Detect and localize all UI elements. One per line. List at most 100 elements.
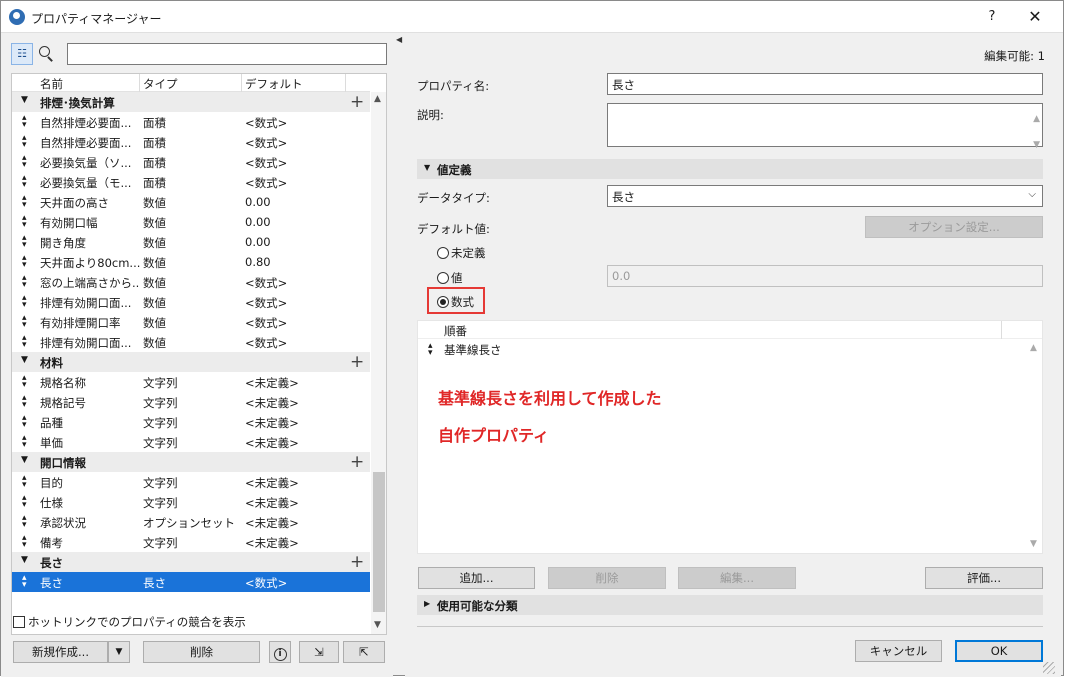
property-row[interactable]: ▴ ▾ 窓の上端高さから... 数値 <数式>: [12, 272, 370, 292]
property-row[interactable]: ▴ ▾ 備考 文字列 <未定義>: [12, 532, 370, 552]
drag-handle-icon[interactable]: ▴ ▾: [22, 434, 27, 450]
radio-icon[interactable]: [437, 247, 449, 259]
group-header[interactable]: ▼ 排煙･換気計算 +: [12, 92, 370, 112]
scroll-down-icon[interactable]: ▼: [1030, 539, 1037, 549]
drag-handle-icon[interactable]: ▴ ▾: [22, 374, 27, 390]
property-name-input[interactable]: 長さ: [607, 73, 1043, 95]
formula-row[interactable]: ▴ ▾ 基準線長さ: [418, 340, 1026, 358]
drag-handle-icon[interactable]: ▴ ▾: [22, 294, 27, 310]
tree-scrollbar[interactable]: ▲ ▼: [371, 92, 386, 634]
ok-button[interactable]: OK: [955, 640, 1043, 662]
delete-button[interactable]: 削除: [548, 567, 666, 589]
search-input[interactable]: [67, 43, 387, 65]
property-row[interactable]: ▴ ▾ 規格名称 文字列 <未定義>: [12, 372, 370, 392]
radio-icon[interactable]: [437, 272, 449, 284]
group-header[interactable]: ▼ 開口情報 +: [12, 452, 370, 472]
column-header-default[interactable]: デフォルト: [245, 76, 303, 92]
drag-handle-icon[interactable]: ▴ ▾: [22, 154, 27, 170]
drag-handle-icon[interactable]: ▴ ▾: [22, 574, 27, 590]
hotlink-conflict-checkbox[interactable]: ホットリンクでのプロパティの競合を表示: [13, 614, 246, 630]
search-icon[interactable]: [37, 45, 55, 63]
drag-handle-icon[interactable]: ▴ ▾: [22, 394, 27, 410]
drag-handle-icon[interactable]: ▴ ▾: [22, 334, 27, 350]
property-row[interactable]: ▴ ▾ 開き角度 数値 0.00: [12, 232, 370, 252]
collapse-arrow-icon[interactable]: ▼: [21, 555, 28, 565]
property-row[interactable]: ▴ ▾ 長さ 長さ <数式>: [12, 572, 370, 592]
property-row[interactable]: ▴ ▾ 承認状況 オプションセット <未定義>: [12, 512, 370, 532]
column-header-name[interactable]: 名前: [40, 76, 63, 92]
drag-handle-icon[interactable]: ▴ ▾: [428, 342, 433, 358]
evaluate-button[interactable]: 評価...: [925, 567, 1043, 589]
radio-value[interactable]: 値: [437, 270, 463, 286]
property-row[interactable]: ▴ ▾ 規格記号 文字列 <未定義>: [12, 392, 370, 412]
new-dropdown-arrow-icon[interactable]: ▼: [108, 641, 130, 663]
add-property-icon[interactable]: +: [350, 92, 364, 112]
column-header-type[interactable]: タイプ: [143, 76, 178, 92]
add-property-icon[interactable]: +: [350, 452, 364, 472]
property-row[interactable]: ▴ ▾ 必要換気量（モ... 面積 <数式>: [12, 172, 370, 192]
option-settings-button[interactable]: オプション設定...: [865, 216, 1043, 238]
collapse-arrow-icon[interactable]: ▼: [21, 455, 28, 465]
property-row[interactable]: ▴ ▾ 排煙有効開口面... 数値 <数式>: [12, 332, 370, 352]
resize-grip-icon[interactable]: [1043, 662, 1055, 674]
property-row[interactable]: ▴ ▾ 必要換気量（ソ... 面積 <数式>: [12, 152, 370, 172]
drag-handle-icon[interactable]: ▴ ▾: [22, 514, 27, 530]
value-input[interactable]: 0.0: [607, 265, 1043, 287]
collapse-arrow-icon[interactable]: ▼: [21, 355, 28, 365]
scroll-up-icon[interactable]: ▲: [374, 94, 381, 104]
property-row[interactable]: ▴ ▾ 有効開口幅 数値 0.00: [12, 212, 370, 232]
drag-handle-icon[interactable]: ▴ ▾: [22, 314, 27, 330]
scroll-up-icon[interactable]: ▲: [1030, 343, 1037, 353]
drag-handle-icon[interactable]: ▴ ▾: [22, 494, 27, 510]
property-row[interactable]: ▴ ▾ 品種 文字列 <未定義>: [12, 412, 370, 432]
property-name: 単価: [40, 436, 63, 450]
property-row[interactable]: ▴ ▾ 自然排煙必要面... 面積 <数式>: [12, 112, 370, 132]
drag-handle-icon[interactable]: ▴ ▾: [22, 194, 27, 210]
collapse-panel-icon[interactable]: ◀: [396, 35, 402, 44]
property-row[interactable]: ▴ ▾ 有効排煙開口率 数値 <数式>: [12, 312, 370, 332]
drag-handle-icon[interactable]: ▴ ▾: [22, 174, 27, 190]
delete-property-button[interactable]: 削除: [143, 641, 260, 663]
value-definition-section[interactable]: ▼ 値定義: [417, 159, 1043, 179]
import-button[interactable]: ⇲: [299, 641, 339, 663]
close-button[interactable]: ✕: [1022, 7, 1048, 27]
property-row[interactable]: ▴ ▾ 天井面より80cm... 数値 0.80: [12, 252, 370, 272]
add-property-icon[interactable]: +: [350, 552, 364, 572]
drag-handle-icon[interactable]: ▴ ▾: [22, 534, 27, 550]
add-property-icon[interactable]: +: [350, 352, 364, 372]
drag-handle-icon[interactable]: ▴ ▾: [22, 134, 27, 150]
property-row[interactable]: ▴ ▾ 自然排煙必要面... 面積 <数式>: [12, 132, 370, 152]
property-default: <未定義>: [245, 396, 299, 410]
drag-handle-icon[interactable]: ▴ ▾: [22, 214, 27, 230]
new-property-button[interactable]: 新規作成...: [13, 641, 108, 663]
edit-button[interactable]: 編集...: [678, 567, 796, 589]
collapse-arrow-icon[interactable]: ▼: [21, 95, 28, 105]
drag-handle-icon[interactable]: ▴ ▾: [22, 414, 27, 430]
export-button[interactable]: ⇱: [343, 641, 385, 663]
property-row[interactable]: ▴ ▾ 天井面の高さ 数値 0.00: [12, 192, 370, 212]
help-button[interactable]: ?: [979, 7, 1005, 27]
group-header[interactable]: ▼ 長さ +: [12, 552, 370, 572]
property-row[interactable]: ▴ ▾ 目的 文字列 <未定義>: [12, 472, 370, 492]
add-button[interactable]: 追加...: [418, 567, 535, 589]
scroll-thumb[interactable]: [373, 472, 385, 612]
property-row[interactable]: ▴ ▾ 仕様 文字列 <未定義>: [12, 492, 370, 512]
drag-handle-icon[interactable]: ▴ ▾: [22, 274, 27, 290]
info-button[interactable]: i: [269, 641, 291, 663]
group-header[interactable]: ▼ 材料 +: [12, 352, 370, 372]
radio-undefined[interactable]: 未定義: [437, 245, 486, 261]
cancel-button[interactable]: キャンセル: [855, 640, 942, 662]
tree-view-toggle-icon[interactable]: ☷: [11, 43, 33, 65]
data-type-select[interactable]: 長さ ⌵: [607, 185, 1043, 207]
description-textarea[interactable]: ▲ ▼: [607, 103, 1043, 150]
drag-handle-icon[interactable]: ▴ ▾: [22, 114, 27, 130]
drag-handle-icon[interactable]: ▴ ▾: [22, 234, 27, 250]
available-categories-section[interactable]: ▶ 使用可能な分類: [417, 595, 1043, 615]
property-row[interactable]: ▴ ▾ 排煙有効開口面... 数値 <数式>: [12, 292, 370, 312]
checkbox-icon[interactable]: [13, 616, 25, 628]
drag-handle-icon[interactable]: ▴ ▾: [22, 254, 27, 270]
drag-handle-icon[interactable]: ▴ ▾: [22, 474, 27, 490]
property-type: 面積: [143, 156, 166, 170]
scroll-down-icon[interactable]: ▼: [374, 620, 381, 630]
property-row[interactable]: ▴ ▾ 単価 文字列 <未定義>: [12, 432, 370, 452]
